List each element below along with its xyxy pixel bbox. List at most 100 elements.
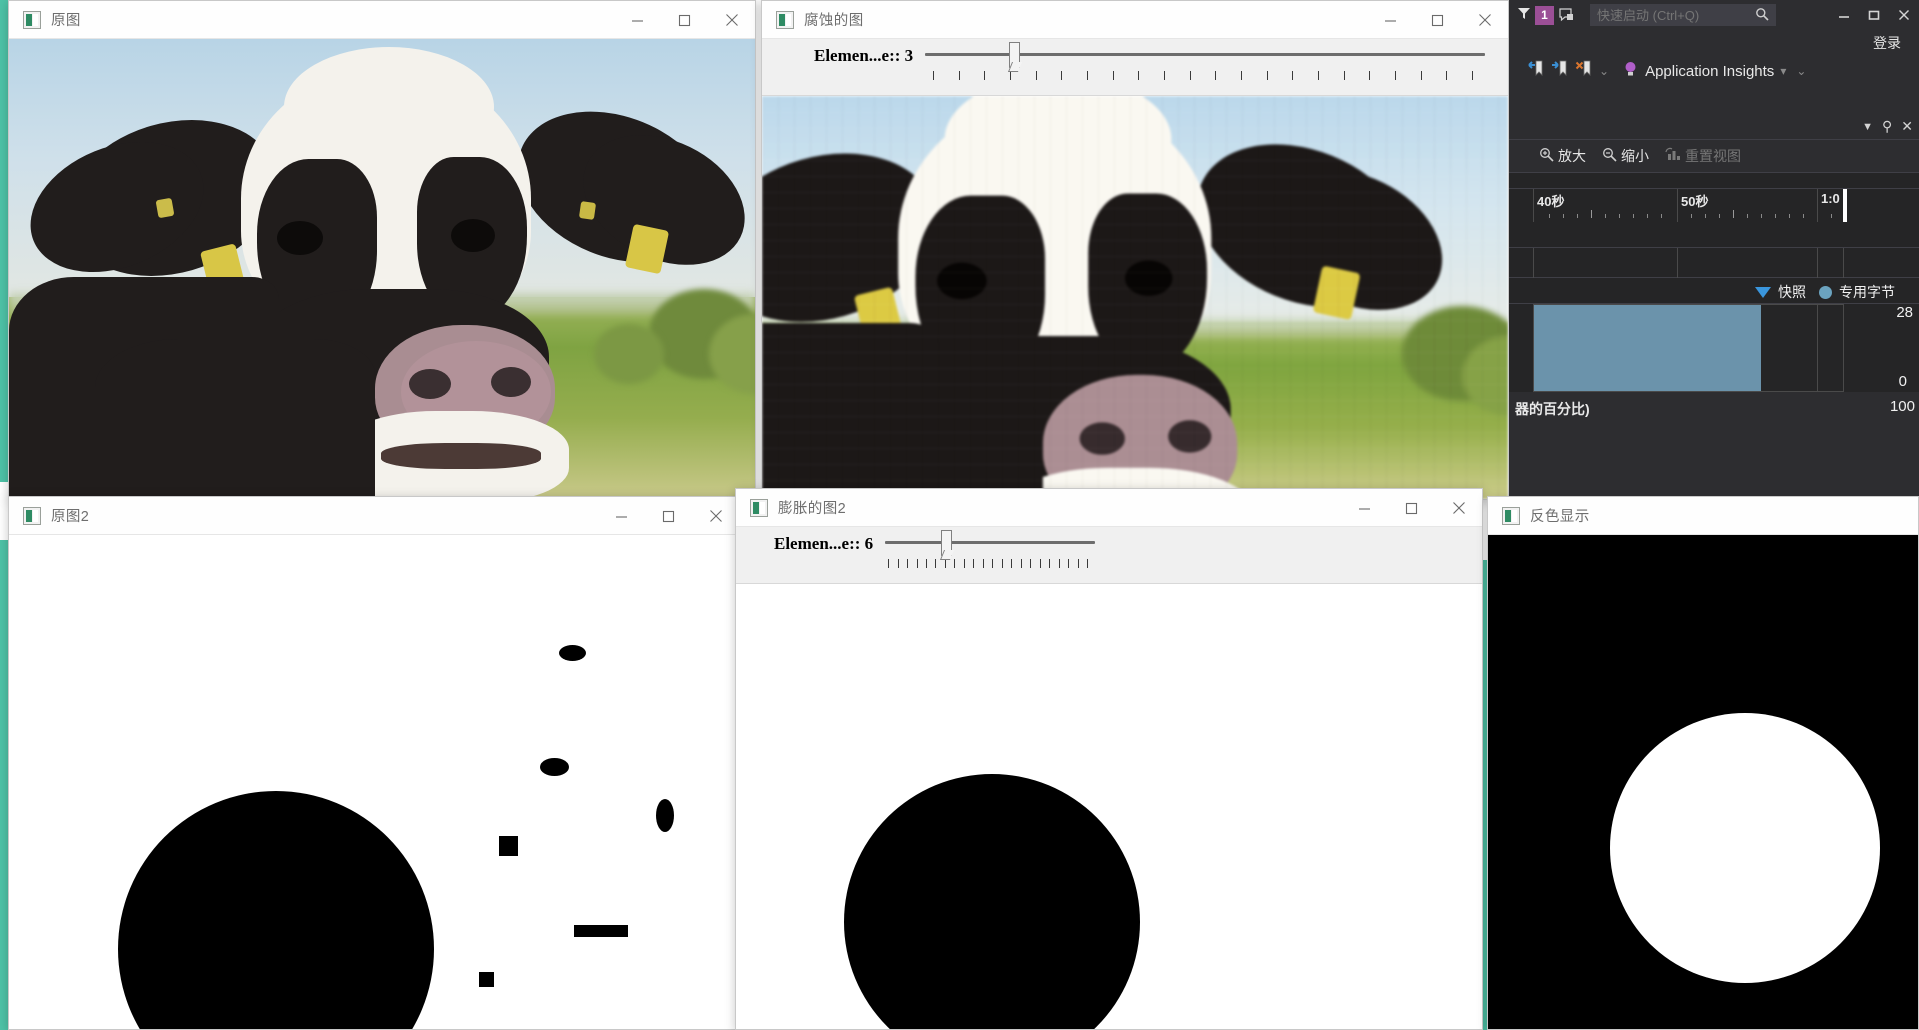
search-icon[interactable]	[1755, 7, 1769, 24]
titlebar-eroded[interactable]: 腐蚀的图	[762, 1, 1508, 39]
ear-tag-right	[624, 223, 670, 275]
minimize-icon[interactable]	[1367, 1, 1414, 39]
zoom-in-button[interactable]: 放大	[1533, 141, 1592, 171]
image-canvas-dilated2	[736, 584, 1482, 1029]
close-icon[interactable]	[1461, 1, 1508, 39]
quick-launch-box[interactable]	[1590, 4, 1776, 26]
signin-link[interactable]: 登录	[1873, 33, 1901, 53]
window-title: 原图	[51, 13, 81, 29]
titlebar-original2[interactable]: 原图2	[9, 497, 739, 535]
minimize-icon[interactable]	[598, 497, 645, 535]
window-original[interactable]: 原图	[8, 0, 756, 500]
window-dilated2[interactable]: 膨胀的图2 Elemen...e:: 6	[735, 488, 1483, 1030]
image-canvas-inverted	[1488, 535, 1918, 1029]
reset-view-button[interactable]: 重置视图	[1659, 141, 1747, 171]
maximize-icon[interactable]	[1859, 0, 1889, 30]
close-icon[interactable]	[1435, 489, 1482, 527]
shape-ellipse-1	[559, 645, 586, 661]
window-eroded[interactable]: 腐蚀的图 Elemen...e:: 3	[761, 0, 1509, 500]
maximize-icon[interactable]	[1414, 1, 1461, 39]
image-window-icon	[1502, 506, 1520, 525]
memory-chart[interactable]: 28 0	[1509, 304, 1919, 392]
window-title: 反色显示	[1530, 509, 1590, 525]
image-window-icon	[750, 498, 768, 517]
notification-badge[interactable]: 1	[1535, 5, 1554, 25]
window-controls	[1341, 489, 1482, 527]
shape-large-circle-inverted	[1610, 713, 1880, 983]
image-window-icon	[23, 10, 41, 29]
bookmark-next-icon[interactable]	[1551, 60, 1573, 82]
trackbar-erosion[interactable]: Elemen...e:: 3	[762, 39, 1508, 96]
image-window-icon	[776, 10, 794, 29]
window-title: 膨胀的图2	[778, 501, 847, 517]
legend-snapshot-label: 快照	[1778, 284, 1806, 300]
vs-tool-window-header: ▼ ⚲ ✕	[1509, 114, 1919, 140]
titlebar-dilated2[interactable]: 膨胀的图2	[736, 489, 1482, 527]
window-controls	[1367, 1, 1508, 39]
chevron-down-icon[interactable]: ▾	[1780, 64, 1786, 78]
trackbar-slider[interactable]	[885, 527, 1096, 575]
shape-large-circle-dilated	[844, 774, 1140, 1029]
timeline-ruler[interactable]: 40秒 50秒 1:0	[1509, 188, 1919, 223]
trackbar-slider[interactable]	[925, 39, 1486, 87]
snapshot-marker-icon	[1755, 286, 1771, 298]
trackbar-label: Elemen...e:: 3	[814, 46, 914, 65]
vs-spacer-row	[1509, 172, 1919, 188]
vs-graph-cpu	[1509, 222, 1919, 248]
trackbar-thumb[interactable]	[941, 530, 953, 556]
chevron-down-icon[interactable]: ▼	[1862, 121, 1873, 133]
toolbar-overflow-icon[interactable]: ⌄	[1599, 64, 1609, 78]
bookmark-previous-icon[interactable]	[1527, 60, 1549, 82]
maximize-icon[interactable]	[1388, 489, 1435, 527]
legend-private-bytes-label: 专用字节	[1839, 284, 1895, 300]
maximize-icon[interactable]	[645, 497, 692, 535]
titlebar-original[interactable]: 原图	[9, 1, 755, 39]
visual-studio-panel: 1 登录	[1509, 0, 1919, 496]
image-canvas-eroded	[762, 96, 1508, 499]
close-icon[interactable]	[708, 1, 755, 39]
minimize-icon[interactable]	[1829, 0, 1859, 30]
zoom-in-label: 放大	[1558, 148, 1586, 164]
trackbar-thumb[interactable]	[1009, 42, 1021, 68]
timeline-label-1: 50秒	[1681, 194, 1709, 209]
shape-square-1	[499, 836, 518, 856]
lightbulb-icon	[1623, 61, 1643, 82]
image-window-icon	[23, 506, 41, 525]
trackbar-dilation[interactable]: Elemen...e:: 6	[736, 527, 1482, 584]
window-original2[interactable]: 原图2	[8, 496, 740, 1030]
titlebar-inverted[interactable]: 反色显示	[1488, 497, 1918, 535]
y-axis-right-label: 100	[1889, 398, 1915, 415]
maximize-icon[interactable]	[661, 1, 708, 39]
close-icon[interactable]	[692, 497, 739, 535]
close-icon[interactable]: ✕	[1901, 118, 1913, 135]
private-bytes-area	[1534, 305, 1761, 391]
bookmark-clear-icon[interactable]	[1575, 60, 1597, 82]
reset-view-label: 重置视图	[1685, 148, 1741, 164]
chart-footnote: 器的百分比)	[1515, 401, 1590, 417]
minimize-icon[interactable]	[614, 1, 661, 39]
toolbar-overflow-icon-2[interactable]: ⌄	[1796, 64, 1806, 78]
vs-titlebar: 1	[1509, 0, 1919, 30]
close-icon[interactable]	[1889, 0, 1919, 30]
ear-tag-left-small	[155, 197, 175, 219]
application-insights-label[interactable]: Application Insights	[1645, 63, 1774, 80]
vs-diagnostics-toolbar: 放大 缩小 重置视图	[1509, 140, 1919, 172]
y-axis-min-label: 0	[1898, 373, 1907, 390]
timeline-caret[interactable]	[1843, 189, 1847, 223]
feedback-icon[interactable]	[1554, 7, 1580, 23]
window-inverted[interactable]: 反色显示	[1487, 496, 1919, 1030]
vs-toolbar-secondary: ⌄ Application Insights ▾ ⌄	[1509, 56, 1919, 86]
eroded-cow-photo	[762, 96, 1508, 499]
quick-launch-input[interactable]	[1597, 7, 1755, 23]
ear-tag-right-small	[578, 201, 597, 220]
shape-large-circle	[118, 791, 434, 1029]
pin-icon[interactable]: ⚲	[1882, 118, 1892, 135]
funnel-icon[interactable]	[1513, 5, 1535, 26]
zoom-out-button[interactable]: 缩小	[1596, 141, 1655, 171]
window-controls	[598, 497, 739, 535]
shape-ellipse-2	[540, 758, 569, 776]
zoom-out-icon	[1602, 147, 1617, 165]
image-canvas-original	[9, 39, 755, 499]
minimize-icon[interactable]	[1341, 489, 1388, 527]
shape-bar-1	[574, 925, 628, 937]
